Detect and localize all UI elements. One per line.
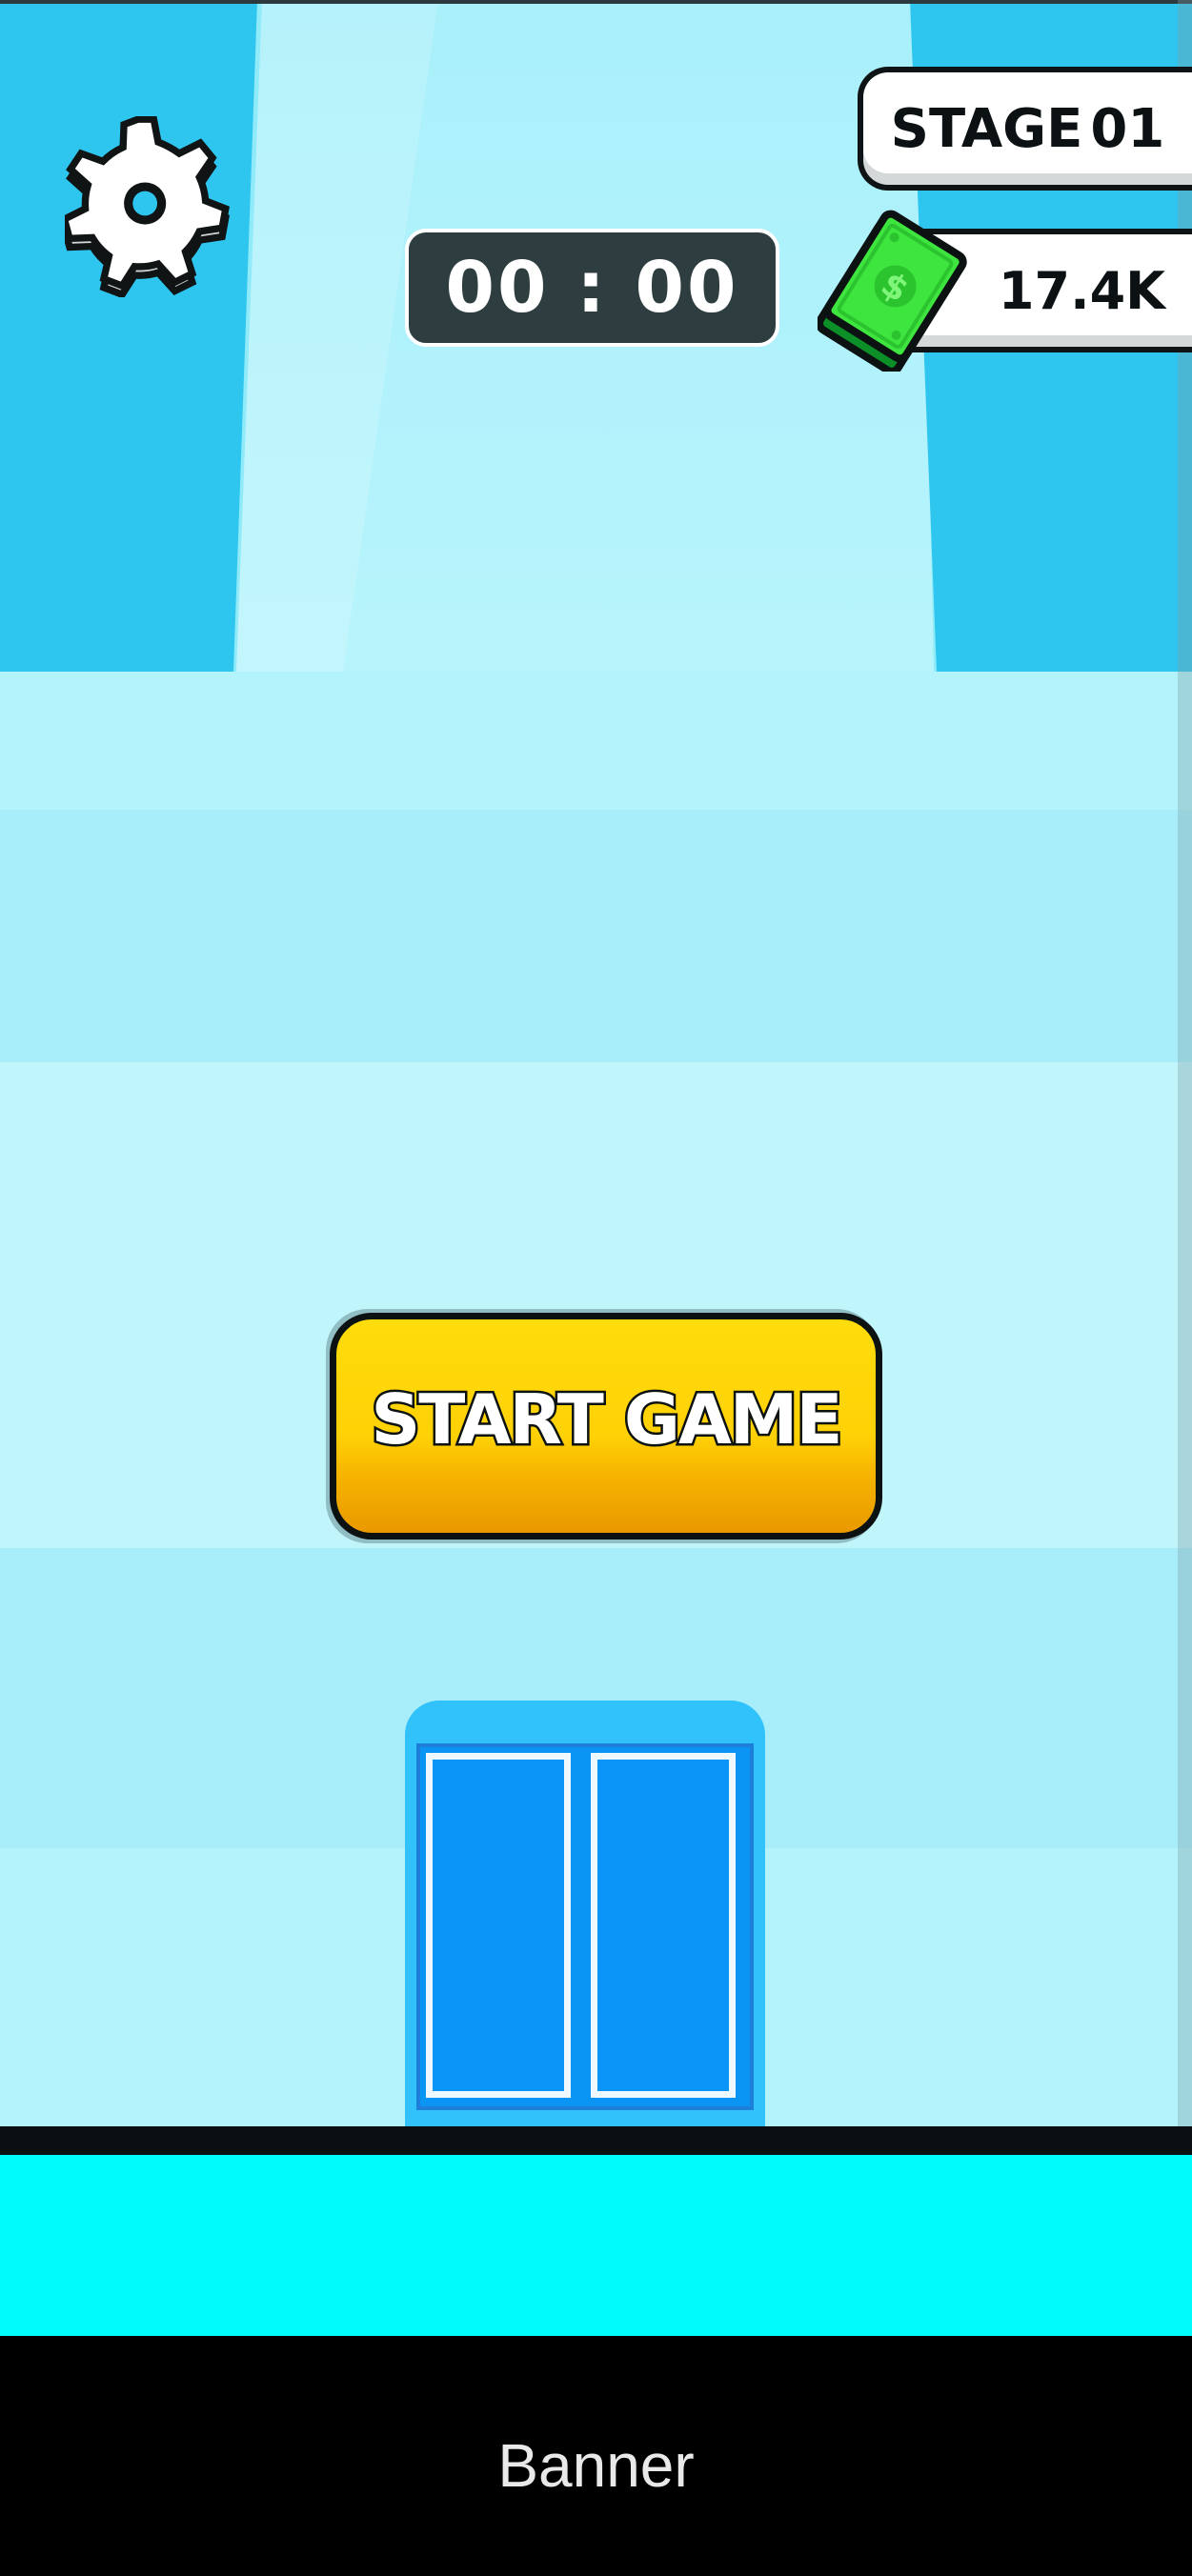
elevator-door-right-panel bbox=[591, 1753, 736, 2098]
timer-display: 00 : 00 bbox=[405, 229, 779, 347]
stage-label: STAGE bbox=[890, 97, 1083, 160]
start-game-label: START GAME bbox=[369, 1378, 845, 1462]
gear-icon bbox=[65, 116, 236, 297]
floor-edge bbox=[0, 2126, 1192, 2155]
stage-badge: STAGE 01 bbox=[858, 67, 1192, 191]
floor-band bbox=[0, 672, 1192, 810]
floor-band bbox=[0, 810, 1192, 1062]
top-edge bbox=[0, 0, 1192, 4]
stage-number: 01 bbox=[1090, 97, 1165, 160]
settings-button[interactable] bbox=[65, 116, 236, 297]
elevator-door-left-panel bbox=[426, 1753, 571, 2098]
cash-bill-icon: $ bbox=[816, 205, 970, 375]
start-game-button[interactable]: START GAME bbox=[330, 1313, 882, 1540]
banner-label: Banner bbox=[497, 2431, 695, 2500]
timer-text: 00 : 00 bbox=[445, 247, 739, 329]
cash-amount: 17.4K bbox=[998, 260, 1165, 321]
left-wall bbox=[0, 0, 257, 672]
ad-banner[interactable]: Banner bbox=[0, 2336, 1192, 2576]
floor bbox=[0, 2155, 1192, 2336]
